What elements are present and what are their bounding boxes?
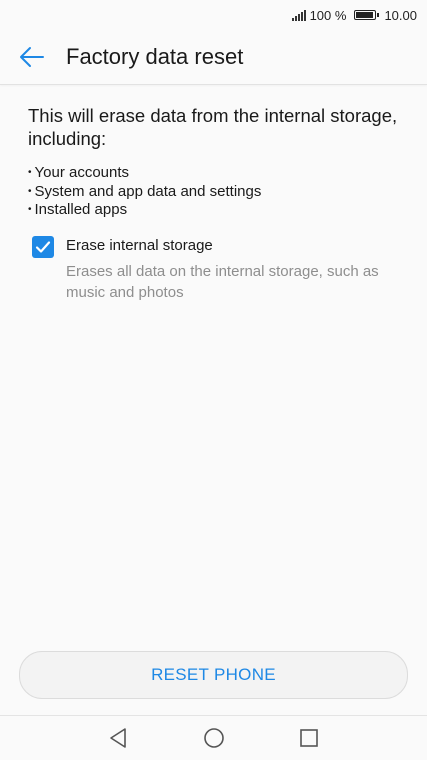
erase-storage-checkbox[interactable] xyxy=(32,235,54,258)
nav-back-button[interactable] xyxy=(106,726,130,750)
check-icon xyxy=(35,240,51,253)
status-bar: 100 % 10.00 xyxy=(0,0,427,30)
battery-fill xyxy=(356,12,374,18)
nav-home-button[interactable] xyxy=(202,726,226,750)
intro-text: This will erase data from the internal s… xyxy=(28,105,398,149)
clock: 10.00 xyxy=(384,7,417,23)
navigation-bar xyxy=(0,715,427,760)
home-icon xyxy=(204,728,224,748)
list-item: System and app data and settings xyxy=(28,183,403,202)
arrow-left-icon xyxy=(20,47,44,67)
back-button[interactable] xyxy=(18,43,46,71)
option-label: Erase internal storage xyxy=(66,236,213,254)
app-bar: Factory data reset xyxy=(0,30,427,85)
erase-internal-storage-option[interactable]: Erase internal storage Erases all data o… xyxy=(32,235,403,303)
battery-percent: 100 % xyxy=(309,7,347,23)
main-content: This will erase data from the internal s… xyxy=(28,104,403,303)
battery-icon xyxy=(354,10,380,20)
nav-recents-button[interactable] xyxy=(297,726,321,750)
erased-items-list: Your accounts System and app data and se… xyxy=(28,164,403,220)
back-icon xyxy=(110,728,126,748)
recents-icon xyxy=(300,729,318,747)
page-title: Factory data reset xyxy=(66,44,244,69)
list-item: Installed apps xyxy=(28,201,403,220)
option-description: Erases all data on the internal storage,… xyxy=(66,262,379,301)
reset-phone-button[interactable]: RESET PHONE xyxy=(19,651,408,699)
signal-icon xyxy=(291,9,306,21)
list-item: Your accounts xyxy=(28,164,403,183)
